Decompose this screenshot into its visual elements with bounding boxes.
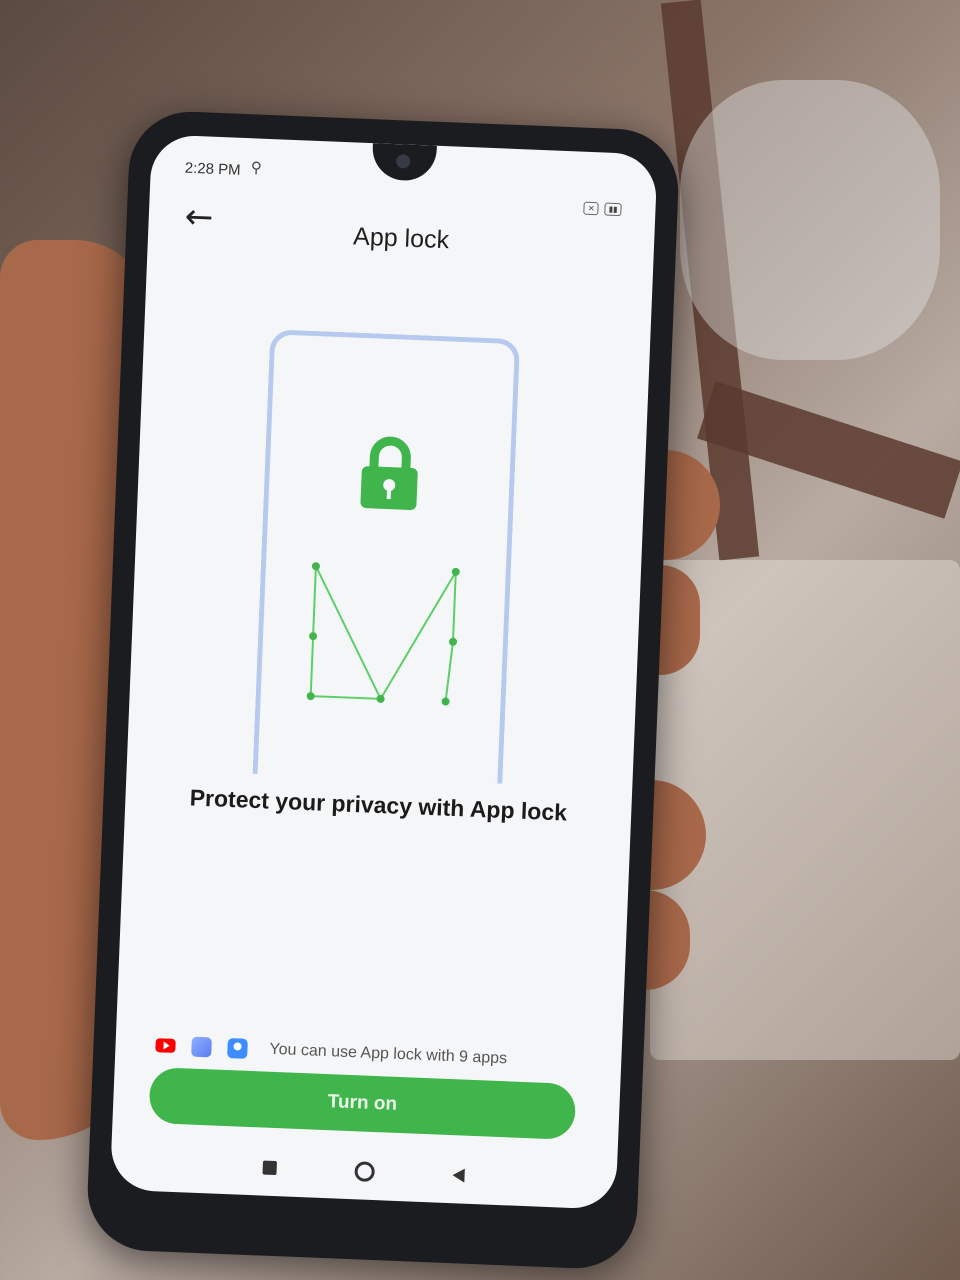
camera-notch — [371, 143, 437, 182]
youtube-icon — [155, 1038, 176, 1053]
background-scooter — [680, 80, 940, 360]
unlock-pattern — [306, 562, 460, 706]
phone-device: 2:28 PM ⚲ ✕ ▮▮ ← App lock Protect your p… — [85, 109, 681, 1271]
status-time: 2:28 PM — [184, 159, 241, 179]
sim-icon: ✕ — [583, 201, 599, 216]
front-camera — [395, 154, 411, 169]
contacts-icon — [227, 1038, 248, 1059]
location-icon: ⚲ — [250, 159, 263, 177]
phone-illustration — [252, 329, 521, 784]
gallery-icon — [191, 1036, 212, 1058]
status-icons: ✕ ▮▮ — [583, 201, 622, 217]
turn-on-button[interactable]: Turn on — [148, 1066, 577, 1141]
back-nav-icon[interactable] — [452, 1168, 465, 1183]
navigation-bar — [110, 1151, 616, 1191]
apps-count-text: You can use App lock with 9 apps — [269, 1040, 508, 1068]
lock-icon — [360, 436, 418, 510]
supported-apps-row: You can use App lock with 9 apps — [155, 1035, 507, 1069]
home-icon[interactable] — [354, 1161, 376, 1183]
battery-icon: ▮▮ — [604, 202, 622, 217]
recents-icon[interactable] — [262, 1160, 278, 1176]
phone-screen: 2:28 PM ⚲ ✕ ▮▮ ← App lock Protect your p… — [109, 134, 658, 1210]
page-title: App lock — [352, 222, 450, 255]
privacy-headline: Protect your privacy with App lock — [189, 784, 568, 826]
